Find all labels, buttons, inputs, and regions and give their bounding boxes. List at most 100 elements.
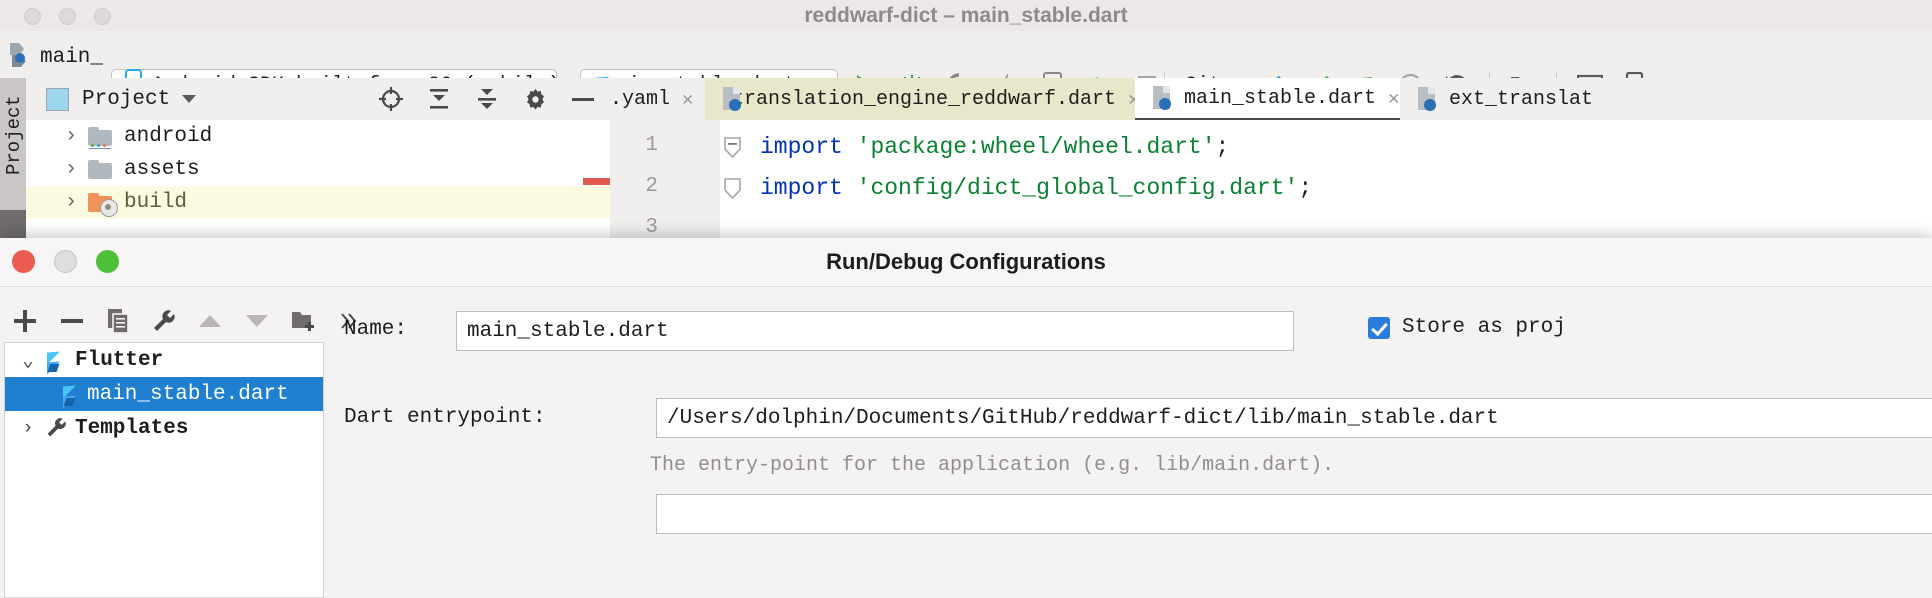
android-studio-logo-icon xyxy=(8,41,32,74)
tree-row-label: build xyxy=(124,191,188,214)
dialog-traffic-lights[interactable] xyxy=(12,250,119,273)
name-input[interactable]: main_stable.dart xyxy=(456,311,1294,351)
close-icon[interactable]: ✕ xyxy=(682,88,693,111)
editor-tab-label: translation_engine_reddwarf.dart xyxy=(732,87,1117,111)
edit-templates-button[interactable] xyxy=(151,308,176,334)
editor-tab-label: ext_translat xyxy=(1449,87,1594,111)
code-token: ; xyxy=(1215,134,1230,160)
code-token: 'config/dict_global_config.dart' xyxy=(856,175,1299,201)
editor-tab-ext-translate[interactable]: ext_translat xyxy=(1400,78,1700,120)
dialog-title: Run/Debug Configurations xyxy=(0,238,1932,287)
editor-tab-main-stable[interactable]: main_stable.dart ✕ xyxy=(1135,78,1400,120)
dart-file-icon xyxy=(1416,87,1438,111)
config-tree-row-main-stable[interactable]: main_stable.dart xyxy=(5,377,323,411)
configurations-tree[interactable]: ⌄ Flutter main_stable.dart › Templates xyxy=(4,342,324,598)
dart-file-icon xyxy=(1151,86,1173,110)
collapse-all-icon[interactable] xyxy=(474,86,500,112)
project-panel-tools xyxy=(378,86,610,112)
project-tool-window-strip[interactable]: Project xyxy=(0,78,26,238)
tree-row-assets[interactable]: › assets xyxy=(26,153,610,186)
project-panel-title: Project xyxy=(82,87,171,111)
store-as-project-label: Store as proj xyxy=(1402,316,1566,339)
editor-tab-translation-engine[interactable]: translation_engine_reddwarf.dart ✕ xyxy=(705,78,1140,120)
hide-panel-icon[interactable] xyxy=(570,86,596,112)
additional-arguments-input[interactable] xyxy=(656,494,1932,534)
project-breadcrumb-label: main_ xyxy=(40,46,104,69)
code-line-2: import 'config/dict_global_config.dart'; xyxy=(724,175,1313,201)
dialog-zoom-button[interactable] xyxy=(96,250,119,273)
folder-icon xyxy=(88,160,112,179)
tree-row-android[interactable]: › android xyxy=(26,120,610,153)
remove-configuration-button[interactable] xyxy=(59,308,85,334)
editor-tab-label: .yaml xyxy=(610,87,671,111)
line-number: 2 xyxy=(645,175,658,198)
fold-marker-icon[interactable] xyxy=(724,137,741,159)
chevron-right-icon[interactable]: › xyxy=(62,191,80,214)
expand-all-icon[interactable] xyxy=(426,86,452,112)
run-debug-configurations-dialog: Run/Debug Configurations ⌄ Flutter main_… xyxy=(0,238,1932,598)
config-tree-row-flutter[interactable]: ⌄ Flutter xyxy=(5,343,323,377)
move-down-button[interactable] xyxy=(244,308,270,334)
chevron-right-icon[interactable]: › xyxy=(62,158,80,181)
configuration-form: Name: main_stable.dart Store as proj Dar… xyxy=(332,294,1932,598)
locate-file-icon[interactable] xyxy=(378,86,404,112)
dialog-toolbar xyxy=(12,301,357,341)
ide-window: reddwarf-dict – main_stable.dart main_ A… xyxy=(0,0,1932,598)
folder-excluded-icon xyxy=(88,193,118,217)
editor-tab-label: main_stable.dart xyxy=(1184,86,1377,110)
gutter-error-marker xyxy=(583,178,610,185)
code-token: import xyxy=(760,134,843,160)
fold-marker-icon[interactable] xyxy=(724,178,741,200)
add-configuration-button[interactable] xyxy=(12,308,38,334)
store-as-project-checkbox[interactable] xyxy=(1368,316,1390,339)
close-icon[interactable]: ✕ xyxy=(1388,87,1399,110)
code-token: import xyxy=(760,175,843,201)
dart-entrypoint-input[interactable]: /Users/dolphin/Documents/GitHub/reddwarf… xyxy=(656,398,1932,438)
move-up-button[interactable] xyxy=(197,308,223,334)
dart-entrypoint-hint: The entry-point for the application (e.g… xyxy=(650,454,1335,477)
line-number: 3 xyxy=(645,216,658,239)
code-token: 'package:wheel/wheel.dart' xyxy=(856,134,1216,160)
config-tree-row-label: Flutter xyxy=(75,348,164,372)
line-number: 1 xyxy=(645,134,658,157)
store-as-project-file-row[interactable]: Store as proj xyxy=(1368,316,1566,339)
copy-configuration-button[interactable] xyxy=(106,308,130,334)
chevron-right-icon[interactable]: › xyxy=(19,417,37,439)
dart-entrypoint-label: Dart entrypoint: xyxy=(344,406,546,429)
project-breadcrumb[interactable]: main_ xyxy=(8,41,103,74)
project-view-icon xyxy=(46,87,69,111)
chevron-down-icon[interactable] xyxy=(182,95,197,103)
editor-tab-yaml[interactable]: .yaml ✕ xyxy=(610,78,705,120)
folder-android-icon xyxy=(88,127,112,149)
flutter-icon xyxy=(45,345,67,375)
project-tree[interactable]: › android › assets › build xyxy=(26,120,610,238)
flutter-run-icon xyxy=(61,379,83,409)
wrench-icon xyxy=(45,417,67,439)
config-tree-row-label: Templates xyxy=(75,416,189,440)
name-label: Name: xyxy=(344,318,408,341)
window-titlebar: reddwarf-dict – main_stable.dart xyxy=(0,0,1932,32)
editor-tab-bar: .yaml ✕ translation_engine_reddwarf.dart… xyxy=(610,78,1932,121)
chevron-right-icon[interactable]: › xyxy=(62,125,80,148)
strip-swatch xyxy=(0,210,26,238)
editor-gutter[interactable]: 1 2 3 xyxy=(610,120,721,239)
name-field-row: Name: xyxy=(344,318,407,341)
config-tree-row-templates[interactable]: › Templates xyxy=(5,411,323,445)
tree-row-build[interactable]: › build xyxy=(26,186,610,219)
new-folder-button[interactable] xyxy=(291,308,317,334)
project-strip-label: Project xyxy=(3,95,25,175)
project-panel-header: Project xyxy=(26,78,610,121)
entrypoint-field-row: Dart entrypoint: xyxy=(344,406,546,429)
code-line-1: import 'package:wheel/wheel.dart'; xyxy=(724,134,1230,160)
settings-gear-icon[interactable] xyxy=(522,86,548,112)
code-editor[interactable]: import 'package:wheel/wheel.dart'; impor… xyxy=(720,120,1932,238)
window-title: reddwarf-dict – main_stable.dart xyxy=(804,4,1128,27)
main-toolbar: main_ Android SDK built for x86 (mobile)… xyxy=(0,31,1932,101)
tree-row-label: assets xyxy=(124,158,200,181)
chevron-down-icon[interactable]: ⌄ xyxy=(19,349,37,372)
config-tree-row-label: main_stable.dart xyxy=(87,382,289,406)
dialog-minimize-button[interactable] xyxy=(54,250,77,273)
code-token: ; xyxy=(1298,175,1313,201)
dialog-close-button[interactable] xyxy=(12,250,35,273)
tree-row-label: android xyxy=(124,125,213,148)
